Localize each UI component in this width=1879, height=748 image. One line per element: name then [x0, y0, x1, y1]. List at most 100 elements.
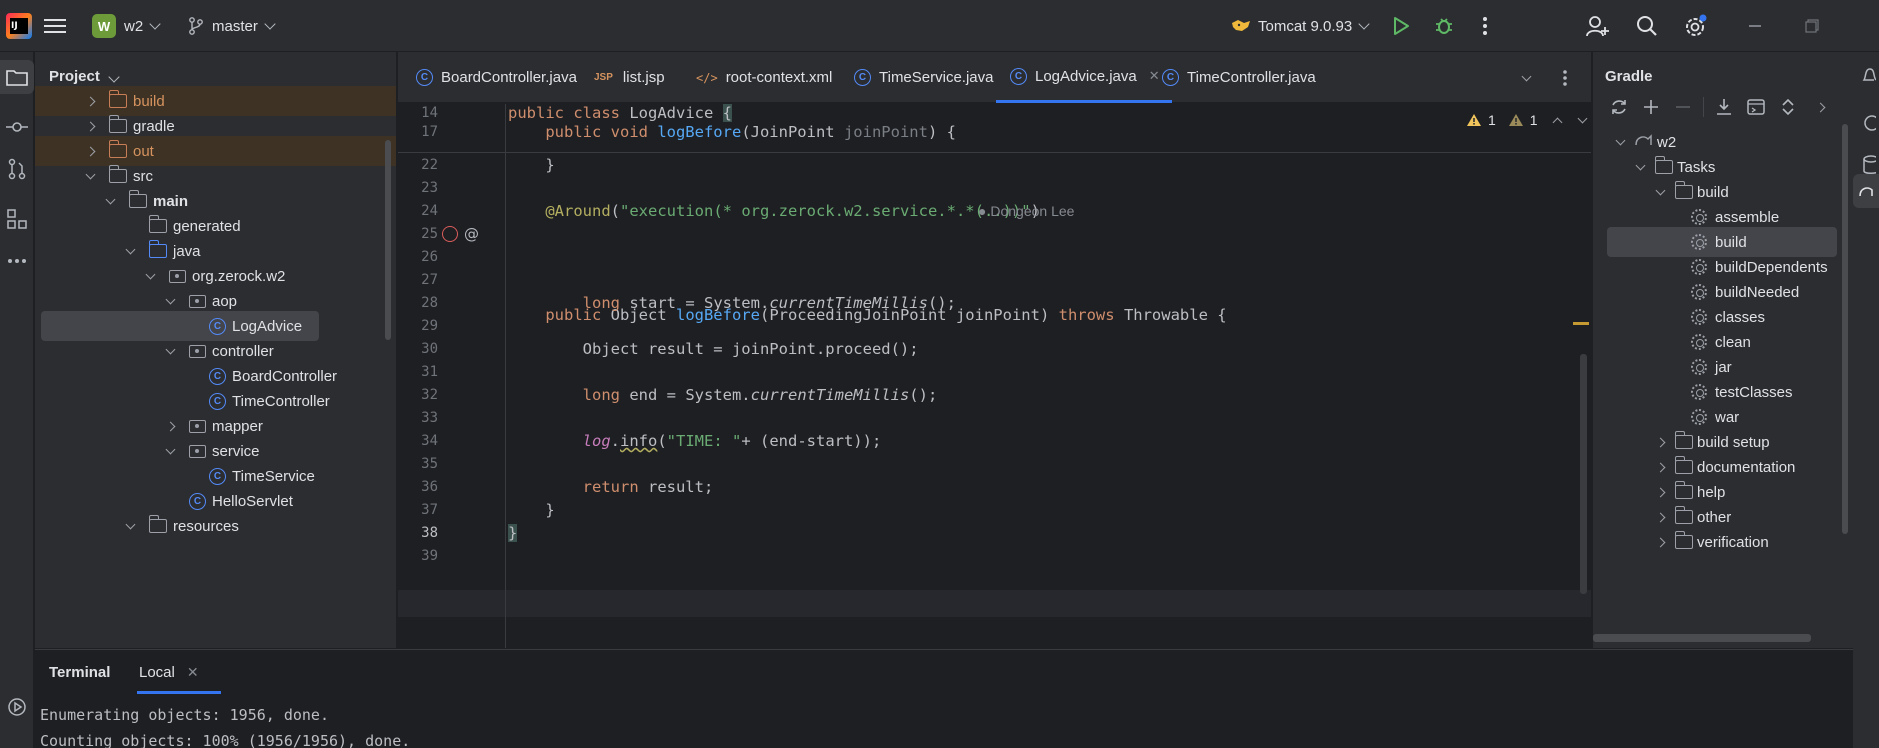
class-icon: C [209, 467, 226, 485]
gradle-tool-button[interactable] [1853, 174, 1879, 208]
project-panel-title[interactable]: Project [49, 68, 120, 85]
notifications-button[interactable] [1859, 62, 1879, 88]
minimize-button[interactable] [1748, 0, 1762, 52]
chevron-down-icon[interactable] [103, 194, 117, 208]
remove-button[interactable] [1667, 92, 1699, 122]
pull-requests-button[interactable] [0, 152, 34, 186]
debug-button[interactable] [1434, 0, 1454, 52]
folder-gear-icon [1674, 181, 1693, 199]
app-logo[interactable] [6, 0, 32, 52]
execute-task-button[interactable] [1740, 92, 1772, 122]
tab-label: root-context.xml [725, 69, 833, 86]
toolbar-separator [1703, 97, 1704, 117]
chevron-right-icon[interactable] [83, 119, 97, 133]
more-actions-button[interactable] [1482, 0, 1488, 52]
chevron-right-icon[interactable] [1653, 460, 1667, 474]
editor-tab[interactable]: JSP list.jsp [594, 52, 665, 103]
chevron-down-icon[interactable] [1653, 185, 1667, 199]
chevron-right-icon[interactable] [1653, 510, 1667, 524]
gradle-item-label: build [1697, 183, 1729, 201]
download-icon [1717, 99, 1731, 115]
download-sources-button[interactable] [1708, 92, 1740, 122]
spiral-icon [1864, 115, 1876, 131]
branch-name: master [212, 17, 258, 35]
gradle-item-label: buildDependents [1715, 258, 1828, 276]
ai-assistant-button[interactable] [1859, 110, 1879, 136]
chevron-down-icon[interactable] [1613, 135, 1627, 149]
editor-scrollbar[interactable] [1580, 354, 1587, 594]
terminal-tab-label: Local [139, 664, 175, 681]
chevron-down-icon[interactable] [123, 244, 137, 258]
expand-all-button[interactable] [1772, 92, 1804, 122]
tree-item-label: build [133, 92, 165, 110]
collapse-panel-button[interactable] [1804, 92, 1836, 122]
chevron-right-icon[interactable] [83, 94, 97, 108]
run-button[interactable] [1392, 0, 1410, 52]
editor-tab[interactable]: C TimeService.java [854, 52, 993, 103]
branch-selector[interactable]: master [188, 0, 276, 52]
chevron-down-icon[interactable] [163, 344, 177, 358]
gradle-item-label: other [1697, 508, 1732, 526]
editor-tab[interactable]: </> root-context.xml [696, 52, 832, 103]
chevron-down-icon[interactable] [83, 169, 97, 183]
package-icon [169, 269, 186, 283]
gear-icon [1691, 334, 1707, 350]
chevron-down-icon[interactable] [1633, 160, 1647, 174]
gradle-h-scrollbar[interactable] [1593, 634, 1811, 642]
chevron-down-icon[interactable] [123, 519, 137, 533]
chevron-down-icon[interactable] [163, 294, 177, 308]
chevron-right-icon[interactable] [1653, 535, 1667, 549]
chevron-down-icon[interactable] [143, 269, 157, 283]
git-branch-icon [189, 17, 203, 35]
editor-tab[interactable]: C BoardController.java [416, 52, 577, 103]
search-button[interactable] [1636, 0, 1658, 52]
gradle-tree-item[interactable]: verification [1593, 527, 1853, 557]
code-editor[interactable]: 1 1 14 public class LogAdvice { 17 public… [398, 104, 1591, 648]
tree-item-label: java [173, 242, 201, 260]
chevron-down-icon [108, 71, 120, 83]
structure-tool-button[interactable] [0, 202, 34, 236]
add-button[interactable] [1635, 92, 1667, 122]
add-user-button[interactable] [1586, 0, 1610, 52]
class-icon: C [854, 69, 871, 86]
close-icon[interactable]: ✕ [1149, 68, 1160, 84]
project-scrollbar[interactable] [385, 140, 391, 340]
more-tools-button[interactable] [0, 244, 34, 278]
chevron-right-icon[interactable] [163, 419, 177, 433]
reload-button[interactable] [1603, 92, 1635, 122]
error-stripe-mark[interactable] [1573, 322, 1589, 325]
project-selector[interactable]: W w2 [92, 0, 161, 52]
more-horizontal-icon [8, 259, 26, 263]
settings-button[interactable] [1684, 0, 1708, 52]
aspect-gutter-icon[interactable] [442, 226, 458, 242]
services-tool-button[interactable] [0, 690, 34, 724]
tab-more-button[interactable] [1553, 66, 1577, 90]
main-menu-button[interactable] [44, 0, 66, 52]
chevron-right-icon[interactable] [1653, 435, 1667, 449]
tree-item-label: org.zerock.w2 [192, 267, 286, 285]
class-icon: C [416, 69, 433, 86]
chevron-down-icon [1521, 71, 1531, 81]
project-tree-item[interactable]: resources [35, 511, 396, 541]
gradle-scrollbar[interactable] [1842, 124, 1848, 534]
tomcat-icon [1232, 20, 1250, 31]
chevron-right-icon[interactable] [83, 144, 97, 158]
run-config-selector[interactable]: Tomcat 9.0.93 [1230, 0, 1370, 52]
project-panel: Project build gradle out src main generated ja… [35, 52, 397, 648]
commit-tool-button[interactable] [0, 110, 34, 144]
gear-icon [1686, 14, 1707, 36]
chevron-down-icon[interactable] [163, 444, 177, 458]
editor-tab[interactable]: C LogAdvice.java ✕ [996, 52, 1172, 103]
author-name: Dongeon Lee [990, 203, 1075, 219]
tree-item-label: gradle [133, 117, 175, 135]
folder-icon [148, 515, 167, 533]
chevron-right-icon[interactable] [1653, 485, 1667, 499]
folder-icon [108, 90, 127, 108]
restore-button[interactable] [1805, 0, 1819, 52]
editor-tab[interactable]: C TimeController.java [1162, 52, 1316, 103]
project-tool-button[interactable] [0, 60, 34, 94]
folder-gear-icon [1654, 156, 1673, 174]
tab-local[interactable]: Local ✕ [139, 650, 199, 695]
close-icon[interactable]: ✕ [187, 664, 199, 681]
tab-list-button[interactable] [1514, 66, 1538, 90]
